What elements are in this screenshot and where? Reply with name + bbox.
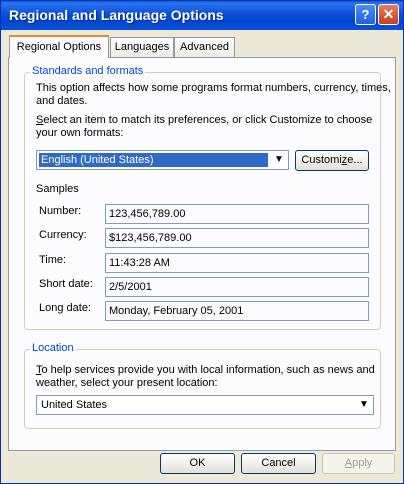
location-legend: Location: [30, 342, 76, 354]
sample-value-long-date: Monday, February 05, 2001: [105, 301, 369, 321]
chevron-down-icon[interactable]: ▼: [357, 398, 371, 412]
close-button[interactable]: ✕: [378, 4, 399, 25]
location-description-rest: o help services provide you with local i…: [41, 364, 375, 376]
select-instruction-rest: elect an item to match its preferences, …: [43, 114, 373, 126]
tab-advanced[interactable]: Advanced: [174, 37, 235, 57]
tab-panel: Standards and formats This option affect…: [8, 57, 396, 451]
location-description-line2: weather, select your present location:: [36, 377, 218, 389]
location-group: Location: [24, 342, 381, 429]
sample-value-time: 11:43:28 AM: [105, 253, 369, 273]
format-dropdown[interactable]: English (United States) ▼: [36, 150, 289, 170]
window-title: Regional and Language Options: [9, 7, 224, 23]
location-description-line1: To help services provide you with local …: [36, 364, 375, 376]
ok-button[interactable]: OK: [160, 453, 235, 474]
sample-label-number: Number:: [39, 205, 82, 217]
samples-label: Samples: [36, 183, 79, 195]
select-instruction-line2: your own formats:: [36, 127, 124, 139]
format-selected: English (United States): [39, 153, 268, 167]
sample-label-short-date: Short date:: [39, 278, 93, 290]
dialog-client: Regional Options Languages Advanced Stan…: [5, 31, 399, 481]
tab-regional-options[interactable]: Regional Options: [9, 35, 109, 58]
standards-description-line2: and dates.: [36, 95, 88, 107]
tab-languages[interactable]: Languages: [110, 37, 174, 57]
sample-label-currency: Currency:: [39, 229, 87, 241]
sample-value-number: 123,456,789.00: [105, 204, 369, 224]
standards-legend: Standards and formats: [30, 65, 146, 77]
location-selected: United States: [41, 399, 108, 411]
sample-value-currency: $123,456,789.00: [105, 228, 369, 248]
help-button[interactable]: ?: [355, 4, 376, 25]
dialog-window: Regional and Language Options ? ✕ Region…: [0, 0, 404, 484]
location-dropdown[interactable]: United States ▼: [36, 395, 374, 415]
apply-button[interactable]: Apply: [322, 453, 395, 474]
standards-description-line1: This option affects how some programs fo…: [36, 82, 391, 94]
cancel-button[interactable]: Cancel: [241, 453, 316, 474]
title-bar[interactable]: Regional and Language Options ? ✕: [1, 1, 403, 30]
sample-value-short-date: 2/5/2001: [105, 277, 369, 297]
chevron-down-icon[interactable]: ▼: [272, 153, 286, 167]
sample-label-time: Time:: [39, 254, 67, 266]
customize-button[interactable]: Customize...: [295, 150, 369, 171]
select-instruction-line1: Select an item to match its preferences,…: [36, 114, 372, 126]
sample-label-long-date: Long date:: [39, 302, 91, 314]
